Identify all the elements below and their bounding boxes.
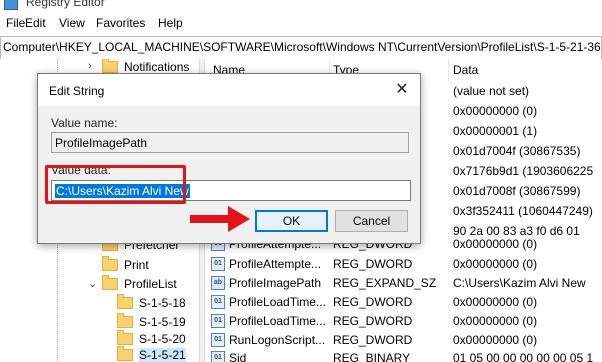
folder-icon	[102, 275, 118, 290]
vertical-scrollbar[interactable]	[593, 59, 602, 362]
dword-value-icon: 01	[211, 314, 225, 328]
list-row[interactable]: 01 ProfileAttempte... REG_DWORD 0x000000…	[205, 254, 602, 274]
row-data: (value not set)	[453, 84, 530, 98]
close-icon[interactable]: ✕	[392, 80, 412, 100]
window-title: Registry Editor	[26, 0, 105, 9]
row-data: 0x00000000 (0)	[453, 257, 538, 271]
expand-arrow-icon[interactable]	[88, 258, 98, 272]
row-data: 0x00000001 (1)	[453, 124, 538, 138]
cancel-button[interactable]: Cancel	[335, 210, 408, 232]
pointer-arrow-icon	[228, 206, 250, 232]
ok-button[interactable]: OK	[255, 210, 328, 232]
list-row[interactable]: ab ProfileImagePath REG_EXPAND_SZ C:\Use…	[205, 273, 602, 293]
menu-file[interactable]: File	[6, 16, 25, 30]
address-path: Computer\HKEY_LOCAL_MACHINE\SOFTWARE\Mic…	[3, 40, 602, 54]
row-name: Sid	[229, 351, 247, 362]
tree-item-label: S-1-5-19	[139, 315, 186, 329]
row-data: 0x00000000 (0)	[453, 333, 538, 347]
folder-icon	[117, 313, 133, 328]
list-row[interactable]: 01 RunLogonScript... REG_DWORD 0x0000000…	[205, 330, 602, 350]
dword-value-icon: 01	[211, 257, 225, 271]
list-row[interactable]: 01 ProfileLoadTime... REG_DWORD 0x000000…	[205, 311, 602, 331]
list-row[interactable]: 01 ProfileLoadTime... REG_DWORD 0x000000…	[205, 292, 602, 312]
tree-item-label: Print	[124, 258, 149, 272]
row-name: ProfileLoadTime...	[229, 295, 326, 309]
dword-value-icon: 01	[211, 333, 225, 347]
list-row[interactable]: 01 Sid REG_BINARY 01 05 00 00 00 00 00 0…	[205, 348, 602, 362]
collapse-arrow-icon[interactable]: ⌄	[88, 277, 98, 291]
row-data: 0x01d7008f (30867599)	[453, 184, 581, 198]
row-name: ProfileAttempte...	[229, 257, 322, 271]
tree-item-label: S-1-5-20	[139, 332, 186, 346]
folder-icon	[117, 294, 133, 309]
dword-value-icon: 01	[211, 295, 225, 309]
address-bar[interactable]: Computer\HKEY_LOCAL_MACHINE\SOFTWARE\Mic…	[0, 36, 602, 60]
row-data: 0x00000000 (0)	[453, 314, 538, 328]
tree-item-label: S-1-5-18	[139, 296, 186, 310]
row-data: 0x7176b9d1 (1903606225)	[453, 164, 598, 178]
folder-icon	[117, 346, 133, 361]
string-value-icon: ab	[211, 276, 225, 290]
row-type: REG_DWORD	[333, 295, 413, 309]
folder-icon	[117, 330, 133, 345]
menu-help[interactable]: Help	[158, 16, 183, 30]
row-name: RunLogonScript...	[229, 333, 326, 347]
menu-edit[interactable]: Edit	[25, 16, 46, 30]
column-divider[interactable]	[448, 59, 449, 81]
row-data: 0x3f352411 (1060447249)	[453, 204, 593, 218]
row-data: 0x00000000 (0)	[453, 237, 538, 251]
menu-favorites[interactable]: Favorites	[96, 16, 145, 30]
tree-item-label: Notifications	[124, 60, 190, 74]
expand-arrow-icon[interactable]: ›	[88, 60, 98, 74]
row-type: REG_DWORD	[333, 333, 413, 347]
row-type: REG_EXPAND_SZ	[333, 276, 437, 290]
row-type: REG_BINARY	[333, 351, 411, 362]
menu-view[interactable]: View	[59, 16, 85, 30]
tree-item-label: S-1-5-21	[139, 348, 186, 362]
row-type: REG_DWORD	[333, 257, 413, 271]
row-data: 0x00000000 (0)	[453, 295, 538, 309]
row-name: ProfileLoadTime...	[229, 314, 326, 328]
registry-app-icon	[4, 0, 18, 10]
row-name: ProfileImagePath	[229, 276, 322, 290]
row-data: C:\Users\Kazim Alvi New	[453, 276, 586, 290]
title-bar: Registry Editor	[0, 0, 602, 10]
tree-item-label: ProfileList	[124, 277, 177, 291]
folder-icon	[102, 59, 118, 73]
value-name-field: ProfileImagePath	[51, 132, 409, 153]
row-type: REG_DWORD	[333, 314, 413, 328]
pointer-arrow-shaft	[190, 215, 230, 223]
row-data: 01 05 00 00 00 00 00 05 15 00	[453, 351, 602, 362]
row-data: 0x01d7004f (30867535)	[453, 144, 581, 158]
value-name-label: Value name:	[51, 116, 118, 130]
folder-icon	[102, 256, 118, 271]
column-header-data[interactable]: Data	[453, 59, 602, 81]
dialog-title: Edit String	[49, 84, 105, 98]
highlight-box	[45, 165, 186, 204]
menu-bar: File Edit View Favorites Help	[0, 12, 602, 34]
row-data: 0x00000000 (0)	[453, 104, 538, 118]
dialog-title-bar: Edit String ✕	[38, 74, 420, 106]
binary-value-icon: 01	[211, 351, 225, 362]
